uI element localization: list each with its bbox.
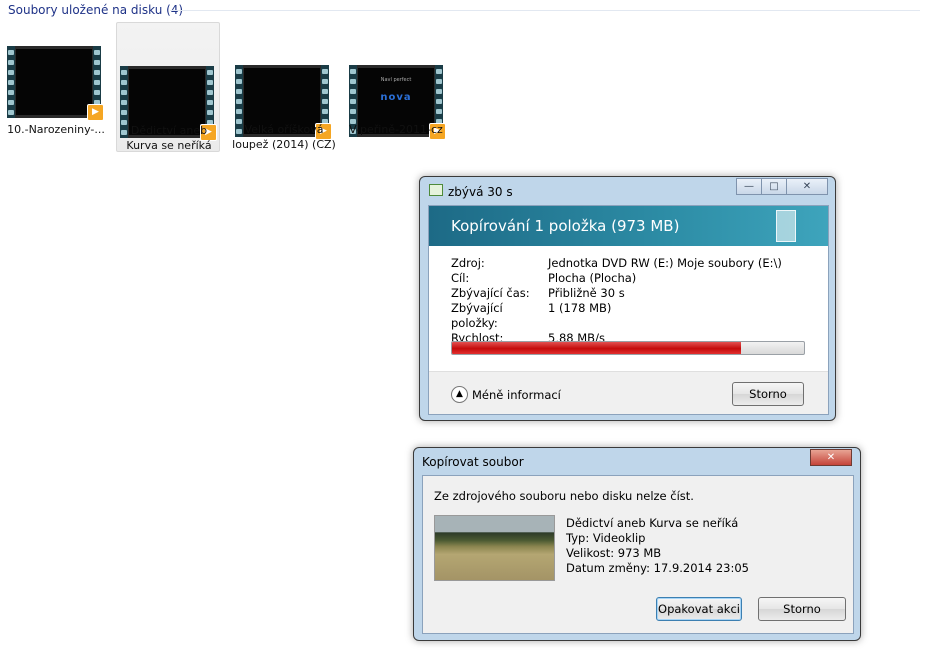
file-name: Dědictví aneb Kurva se neříká (126, 124, 212, 152)
less-info-label: Méně informací (472, 387, 561, 402)
file-name: 10.-Narozeniny-... (7, 123, 105, 136)
file-item[interactable]: Navl perfect nova ▶ V-peřině-2011-cz (344, 22, 448, 152)
info-label: Cíl: (451, 271, 470, 285)
info-label: Zdroj: (451, 256, 485, 270)
file-item[interactable]: ▶ Velká oříšková loupež (2014) (CZ) (232, 22, 336, 152)
play-icon: ▶ (87, 104, 104, 121)
close-button[interactable]: ✕ (786, 178, 828, 195)
cancel-button[interactable]: Storno (732, 382, 804, 406)
file-name: Velká oříšková loupež (2014) (CZ) (232, 123, 336, 151)
info-label: Zbývající položky: (451, 301, 503, 330)
cancel-button[interactable]: Storno (758, 597, 846, 621)
progress-bar (451, 341, 805, 355)
file-item[interactable]: ▶ 10.-Narozeniny-... (4, 22, 108, 152)
document-icon (776, 210, 796, 242)
file-details: Dědictví aneb Kurva se neříká Typ: Video… (566, 516, 749, 576)
file-modified: Datum změny: 17.9.2014 23:05 (566, 561, 749, 575)
info-value: Jednotka DVD RW (E:) Moje soubory (E:\) (548, 256, 782, 270)
copy-error-dialog[interactable]: Kopírovat soubor ✕ Ze zdrojového souboru… (413, 447, 861, 641)
close-button[interactable]: ✕ (810, 449, 852, 466)
file-name: V-peřině-2011-cz (349, 123, 443, 136)
file-item[interactable]: ▶ Dědictví aneb Kurva se neříká (116, 22, 220, 152)
copy-banner: Kopírování 1 položka (973 MB) (429, 206, 828, 246)
copy-progress-dialog[interactable]: zbývá 30 s — □ ✕ Kopírování 1 položka (9… (419, 176, 836, 421)
progress-fill (452, 342, 741, 354)
info-label: Zbývající čas: (451, 286, 530, 300)
file-name: Dědictví aneb Kurva se neříká (566, 516, 739, 530)
copy-heading: Kopírování 1 položka (973 MB) (451, 217, 680, 235)
dialog-title: zbývá 30 s (448, 185, 513, 199)
thumbnail-text: Navl perfect (380, 77, 412, 83)
copy-info: Zdroj: Jednotka DVD RW (E:) Moje soubory … (451, 256, 782, 346)
minimize-button[interactable]: — (736, 178, 762, 195)
info-value: Přibližně 30 s (548, 286, 625, 300)
copy-icon (429, 184, 443, 196)
error-message: Ze zdrojového souboru nebo disku nelze č… (434, 489, 694, 503)
info-value: Plocha (Plocha) (548, 271, 637, 285)
file-size: Velikost: 973 MB (566, 546, 662, 560)
info-value: 1 (178 MB) (548, 301, 612, 315)
dialog-title: Kopírovat soubor (422, 455, 524, 469)
nova-logo: nova (380, 92, 412, 103)
video-thumbnail (434, 515, 555, 581)
maximize-button[interactable]: □ (761, 178, 787, 195)
retry-button[interactable]: Opakovat akci (656, 597, 742, 621)
file-type: Typ: Videoklip (566, 531, 646, 545)
video-thumbnail: ▶ (7, 46, 104, 121)
group-header[interactable]: Soubory uložené na disku (4) (8, 3, 183, 17)
chevron-up-icon: ▲ (451, 386, 468, 403)
group-separator (170, 10, 920, 11)
less-info-toggle[interactable]: ▲ Méně informací (451, 386, 561, 403)
